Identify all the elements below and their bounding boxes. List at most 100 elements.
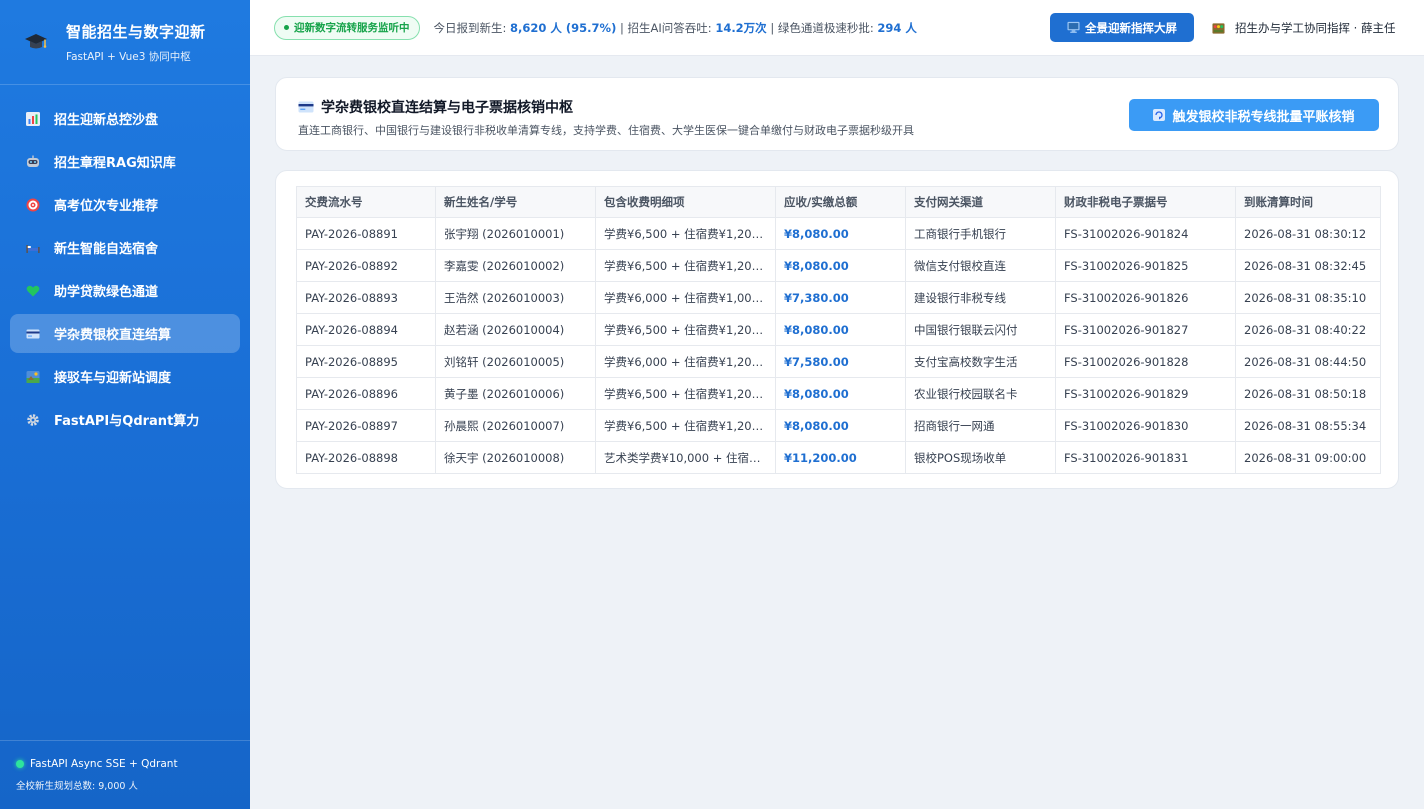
cell-settle-time: 2026-08-31 08:32:45	[1235, 249, 1381, 282]
robot-icon	[26, 155, 40, 169]
batch-reconcile-button[interactable]: 触发银校非税专线批量平账核销	[1129, 99, 1379, 131]
cell-fee-items: 学费¥6,500 + 住宿费¥1,200 + 医保¥380	[595, 377, 776, 410]
stats-ticker: 今日报到新生: 8,620 人 (95.7%) | 招生AI问答吞吐: 14.2…	[434, 20, 917, 36]
user-info[interactable]: 招生办与学工协同指挥 · 薛主任	[1212, 20, 1395, 36]
column-header-channel: 支付网关渠道	[905, 186, 1056, 218]
sidebar: 智能招生与数字迎新 FastAPI + Vue3 协同中枢 招生迎新总控沙盘 招…	[0, 0, 250, 809]
sidebar-item-label: 招生章程RAG知识库	[54, 156, 176, 171]
column-header-fee-items: 包含收费明细项	[595, 186, 776, 218]
cell-student: 孙晨熙 (2026010007)	[435, 409, 596, 442]
table-row[interactable]: PAY-2026-08895 刘铭轩 (2026010005) 学费¥6,000 +…	[296, 345, 1381, 378]
payment-records-table: 交费流水号 新生姓名/学号 包含收费明细项 应收/实缴总额 支付网关渠道 财政非税电子票据…	[296, 186, 1381, 474]
live-status-badge: 迎新数字流转服务监听中	[274, 15, 420, 40]
stat-value-green-channel: 294 人	[877, 20, 917, 35]
sidebar-item-compute[interactable]: FastAPI与Qdrant算力	[10, 400, 240, 439]
credit-card-icon	[26, 327, 40, 341]
cell-channel: 建设银行非税专线	[905, 281, 1056, 314]
sidebar-item-label: FastAPI与Qdrant算力	[54, 414, 200, 429]
sidebar-item-dashboard[interactable]: 招生迎新总控沙盘	[10, 99, 240, 138]
cell-fee-items: 学费¥6,000 + 住宿费¥1,000 + 医保¥380	[595, 281, 776, 314]
command-screen-button-label: 全景迎新指挥大屏	[1085, 20, 1177, 35]
table-header-row: 交费流水号 新生姓名/学号 包含收费明细项 应收/实缴总额 支付网关渠道 财政非税电子票据…	[296, 186, 1381, 218]
brand-subtitle: FastAPI + Vue3 协同中枢	[66, 50, 191, 63]
status-dot-icon	[16, 760, 24, 768]
sidebar-item-label: 接驳车与迎新站调度	[54, 371, 172, 386]
cell-fee-items: 学费¥6,500 + 住宿费¥1,200 + 医保¥380	[595, 249, 776, 282]
brand-title: 智能招生与数字迎新	[66, 22, 206, 41]
cell-channel: 招商银行一网通	[905, 409, 1056, 442]
table-row[interactable]: PAY-2026-08891 张宇翔 (2026010001) 学费¥6,500 +…	[296, 217, 1381, 250]
panel-title-text: 学杂费银校直连结算与电子票据核销中枢	[321, 100, 573, 116]
cell-settle-time: 2026-08-31 08:30:12	[1235, 217, 1381, 250]
sidebar-item-label: 助学贷款绿色通道	[54, 285, 159, 300]
sidebar-item-label: 招生迎新总控沙盘	[54, 113, 159, 128]
refresh-icon	[1153, 109, 1166, 121]
sidebar-item-loan[interactable]: 助学贷款绿色通道	[10, 271, 240, 310]
sidebar-item-dorm[interactable]: 新生智能自选宿舍	[10, 228, 240, 267]
sidebar-item-bus[interactable]: 接驳车与迎新站调度	[10, 357, 240, 396]
command-screen-button[interactable]: 全景迎新指挥大屏	[1050, 13, 1194, 42]
cell-student: 黄子墨 (2026010006)	[435, 377, 596, 410]
target-icon	[26, 198, 40, 212]
freshman-total: 全校新生规划总数: 9,000 人	[16, 781, 138, 792]
cell-channel: 中国银行银联云闪付	[905, 313, 1056, 346]
bar-chart-icon	[26, 111, 40, 126]
cell-txn-id: PAY-2026-08891	[296, 217, 436, 250]
cell-student: 徐天宇 (2026010008)	[435, 441, 596, 474]
fee-settlement-header-panel: 学杂费银校直连结算与电子票据核销中枢 直连工商银行、中国银行与建设银行非税收单清…	[275, 77, 1399, 151]
column-header-txn-id: 交费流水号	[296, 186, 436, 218]
bed-icon	[26, 241, 40, 255]
cell-settle-time: 2026-08-31 08:35:10	[1235, 281, 1381, 314]
sidebar-item-fee-settlement[interactable]: 学杂费银校直连结算	[10, 314, 240, 353]
cell-student: 赵若涵 (2026010004)	[435, 313, 596, 346]
cell-settle-time: 2026-08-31 09:00:00	[1235, 441, 1381, 474]
sidebar-item-recommend[interactable]: 高考位次专业推荐	[10, 185, 240, 224]
cell-receipt-no: FS-31002026-901827	[1055, 313, 1236, 346]
table-row[interactable]: PAY-2026-08896 黄子墨 (2026010006) 学费¥6,500 +…	[296, 377, 1381, 410]
stat-label: | 招生AI问答吞吐:	[616, 20, 716, 35]
cell-student: 刘铭轩 (2026010005)	[435, 345, 596, 378]
batch-reconcile-button-label: 触发银校非税专线批量平账核销	[1172, 109, 1355, 125]
column-header-student: 新生姓名/学号	[435, 186, 596, 218]
sidebar-item-label: 学杂费银校直连结算	[54, 328, 172, 343]
table-row[interactable]: PAY-2026-08893 王浩然 (2026010003) 学费¥6,000 +…	[296, 281, 1381, 314]
live-dot-icon	[284, 25, 289, 30]
sidebar-item-rag[interactable]: 招生章程RAG知识库	[10, 142, 240, 181]
table-row[interactable]: PAY-2026-08898 徐天宇 (2026010008) 艺术类学费¥10,0…	[296, 441, 1381, 474]
column-header-amount: 应收/实缴总额	[775, 186, 906, 218]
cell-fee-items: 艺术类学费¥10,000 + 住宿¥1,200	[595, 441, 776, 474]
cell-txn-id: PAY-2026-08896	[296, 377, 436, 410]
cell-channel: 微信支付银校直连	[905, 249, 1056, 282]
cell-channel: 支付宝高校数字生活	[905, 345, 1056, 378]
cell-settle-time: 2026-08-31 08:44:50	[1235, 345, 1381, 378]
cell-txn-id: PAY-2026-08898	[296, 441, 436, 474]
cell-receipt-no: FS-31002026-901824	[1055, 217, 1236, 250]
column-header-settle-time: 到账清算时间	[1235, 186, 1381, 218]
cell-receipt-no: FS-31002026-901828	[1055, 345, 1236, 378]
service-status: FastAPI Async SSE + Qdrant	[30, 758, 178, 770]
panel-description: 直连工商银行、中国银行与建设银行非税收单清算专线，支持学费、住宿费、大学生医保一…	[298, 124, 914, 137]
cell-txn-id: PAY-2026-08895	[296, 345, 436, 378]
cell-settle-time: 2026-08-31 08:40:22	[1235, 313, 1381, 346]
sidebar-item-label: 高考位次专业推荐	[54, 199, 159, 214]
panel-title: 学杂费银校直连结算与电子票据核销中枢	[298, 97, 573, 117]
sidebar-footer: FastAPI Async SSE + Qdrant 全校新生规划总数: 9,0…	[0, 740, 250, 809]
cell-amount: ¥8,080.00	[775, 313, 906, 346]
sidebar-item-label: 新生智能自选宿舍	[54, 242, 159, 257]
monitor-icon	[1067, 21, 1080, 33]
bus-station-icon	[26, 370, 40, 384]
table-row[interactable]: PAY-2026-08894 赵若涵 (2026010004) 学费¥6,500 +…	[296, 313, 1381, 346]
cell-student: 王浩然 (2026010003)	[435, 281, 596, 314]
cell-txn-id: PAY-2026-08893	[296, 281, 436, 314]
table-row[interactable]: PAY-2026-08897 孙晨熙 (2026010007) 学费¥6,500 +…	[296, 409, 1381, 442]
cell-txn-id: PAY-2026-08897	[296, 409, 436, 442]
payment-records-panel: 交费流水号 新生姓名/学号 包含收费明细项 应收/实缴总额 支付网关渠道 财政非税电子票据…	[275, 170, 1399, 489]
table-row[interactable]: PAY-2026-08892 李嘉雯 (2026010002) 学费¥6,500 +…	[296, 249, 1381, 282]
brand: 智能招生与数字迎新 FastAPI + Vue3 协同中枢	[0, 0, 250, 85]
cell-amount: ¥8,080.00	[775, 217, 906, 250]
cell-receipt-no: FS-31002026-901825	[1055, 249, 1236, 282]
cell-receipt-no: FS-31002026-901830	[1055, 409, 1236, 442]
stat-label: 今日报到新生:	[433, 20, 511, 35]
stat-value-ai-qa: 14.2万次	[715, 20, 767, 35]
cell-channel: 农业银行校园联名卡	[905, 377, 1056, 410]
